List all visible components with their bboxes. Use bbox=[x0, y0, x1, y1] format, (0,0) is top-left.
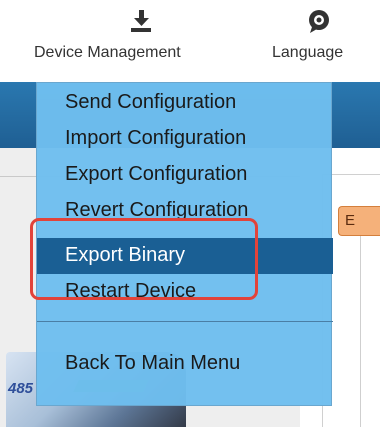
highlight-box bbox=[30, 218, 258, 300]
top-toolbar: Device Management Language bbox=[0, 0, 380, 80]
device-management-button[interactable]: Device Management bbox=[34, 0, 250, 80]
menu-item-import-configuration[interactable]: Import Configuration bbox=[37, 121, 333, 157]
menu-item-send-configuration[interactable]: Send Configuration bbox=[37, 85, 333, 121]
device-management-label: Device Management bbox=[34, 44, 181, 61]
download-icon bbox=[131, 10, 151, 32]
menu-item-export-configuration[interactable]: Export Configuration bbox=[37, 157, 333, 193]
language-button[interactable]: Language bbox=[272, 0, 380, 80]
right-tab[interactable]: E bbox=[338, 206, 380, 236]
right-divider-line bbox=[360, 236, 361, 427]
menu-separator bbox=[37, 321, 333, 322]
language-icon bbox=[309, 10, 329, 33]
menu-item-back-to-main-menu[interactable]: Back To Main Menu bbox=[37, 346, 333, 382]
language-label: Language bbox=[272, 44, 344, 61]
device-label: 485 bbox=[8, 380, 34, 397]
